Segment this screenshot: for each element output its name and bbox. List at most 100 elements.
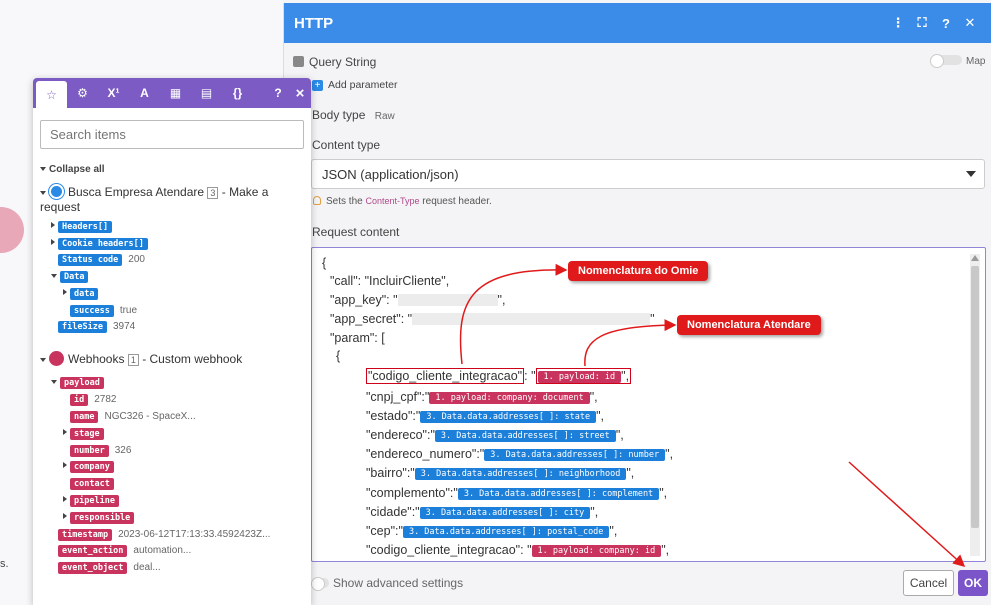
omie-field-highlight: "codigo_cliente_integracao": [366, 368, 525, 384]
mapped-variable-pill[interactable]: 1. payload: company: document: [429, 392, 590, 404]
variable-tag[interactable]: stage: [70, 428, 104, 440]
help-icon[interactable]: ?: [935, 16, 957, 31]
variable-tag[interactable]: Status code: [58, 254, 123, 266]
variable-tag[interactable]: event_action: [58, 545, 128, 557]
tree-item[interactable]: Data: [51, 271, 94, 283]
plus-icon: +: [312, 80, 323, 91]
ok-button[interactable]: OK: [958, 570, 988, 596]
tree-item[interactable]: company: [63, 461, 120, 473]
tree-item[interactable]: success true: [70, 305, 137, 317]
variable-tag[interactable]: Data: [60, 271, 89, 283]
cancel-button[interactable]: Cancel: [903, 570, 954, 596]
atendare-field-highlight: 1. payload: id ",: [535, 368, 632, 384]
tree-item[interactable]: timestamp 2023-06-12T17:13:33.4592423Z...: [58, 529, 270, 541]
tree-item[interactable]: stage: [63, 428, 110, 440]
map-switch[interactable]: [930, 54, 962, 68]
mapped-variable-pill[interactable]: 3. Data.data.addresses[ ]: postal_code: [402, 526, 610, 538]
scroll-up-icon[interactable]: [971, 255, 979, 261]
tree-item[interactable]: Cookie headers[]: [51, 238, 154, 250]
tab-json-functions[interactable]: {}: [222, 78, 253, 108]
collapse-icon[interactable]: ⛶: [911, 15, 933, 31]
code-text: "endereco_numero":": [366, 447, 485, 461]
tree-item[interactable]: event_action automation...: [58, 545, 191, 557]
variable-tag[interactable]: responsible: [70, 512, 135, 524]
query-string-label: Query String: [309, 55, 377, 69]
search-input[interactable]: [40, 120, 304, 149]
variable-value: NGC326 - SpaceX...: [104, 411, 196, 422]
more-options-icon[interactable]: ⋮: [887, 15, 909, 31]
variable-tag[interactable]: event_object: [58, 562, 128, 574]
tab-array-functions[interactable]: ▤: [191, 78, 222, 108]
variable-tag[interactable]: name: [70, 411, 99, 423]
mapped-variable-pill[interactable]: 1. payload: id: [537, 371, 622, 383]
variable-tag[interactable]: data: [70, 288, 99, 300]
tree-item[interactable]: id 2782: [70, 394, 117, 406]
collapse-all-button[interactable]: Collapse all: [40, 164, 105, 175]
mapped-variable-pill[interactable]: 3. Data.data.addresses[ ]: complement: [457, 488, 660, 500]
triangle-right-icon: [51, 239, 55, 245]
help-icon[interactable]: ?: [267, 78, 289, 108]
variable-tag[interactable]: number: [70, 445, 109, 457]
tree-item[interactable]: contact: [70, 478, 120, 490]
variable-tag[interactable]: timestamp: [58, 529, 113, 541]
tab-favorites[interactable]: ☆: [36, 81, 67, 108]
editor-scrollbar[interactable]: [970, 254, 980, 556]
variable-tag[interactable]: pipeline: [70, 495, 119, 507]
code-text: : ": [524, 369, 536, 383]
query-string-toggle[interactable]: Query String: [293, 55, 376, 69]
tree-item[interactable]: responsible: [63, 512, 140, 524]
variable-tag[interactable]: payload: [60, 377, 104, 389]
tree-item[interactable]: pipeline: [63, 495, 125, 507]
show-advanced-label: Show advanced settings: [333, 576, 464, 590]
tree-item[interactable]: payload: [51, 377, 110, 389]
variable-tag[interactable]: Headers[]: [58, 221, 113, 233]
map-toggle[interactable]: Map: [930, 54, 985, 68]
variable-tag[interactable]: success: [70, 305, 114, 317]
close-icon[interactable]: ×: [289, 78, 311, 108]
module-number: 1: [127, 354, 139, 366]
variable-tag[interactable]: fileSize: [58, 321, 107, 333]
triangle-down-icon: [51, 380, 57, 384]
body-type-value[interactable]: Raw: [375, 111, 395, 122]
tree-item[interactable]: fileSize 3974: [58, 321, 135, 333]
mapped-variable-pill[interactable]: 3. Data.data.addresses[ ]: neighborhood: [414, 468, 627, 480]
mapped-variable-pill[interactable]: 3. Data.data.addresses[ ]: number: [484, 449, 666, 461]
checkbox-icon[interactable]: [293, 56, 304, 67]
tab-general-functions[interactable]: ⚙: [67, 78, 98, 108]
mapped-variable-pill[interactable]: 3. Data.data.addresses[ ]: street: [434, 430, 616, 442]
tree-item[interactable]: Status code 200: [58, 254, 145, 266]
code-line: "cep":" 3. Data.data.addresses[ ]: postal…: [366, 524, 617, 538]
code-text: ",: [659, 486, 668, 500]
dialog-title: HTTP: [294, 14, 334, 32]
variable-tag[interactable]: Cookie headers[]: [58, 238, 148, 250]
tip-prefix: Sets the: [326, 196, 363, 207]
tab-math-functions[interactable]: X¹: [98, 78, 129, 108]
mapped-variable-pill[interactable]: 1. payload: company: id: [531, 545, 662, 557]
tree-item[interactable]: Headers[]: [51, 221, 118, 233]
tree-item[interactable]: data: [63, 288, 104, 300]
tree-item[interactable]: event_object deal...: [58, 562, 161, 574]
module-busca-empresa[interactable]: Busca Empresa Atendare 3 - Make a reques…: [40, 184, 300, 215]
request-content-editor[interactable]: { "call": "IncluirCliente", "app_key": "…: [311, 247, 986, 562]
code-text: ": [650, 312, 655, 326]
mapped-variable-pill[interactable]: 3. Data.data.addresses[ ]: state: [420, 411, 597, 423]
code-line: "cidade":" 3. Data.data.addresses[ ]: cit…: [366, 505, 598, 519]
tree-item[interactable]: number 326: [70, 445, 131, 457]
content-type-select[interactable]: JSON (application/json): [311, 159, 985, 189]
variable-tag[interactable]: id: [70, 394, 89, 406]
mapped-variable-pill[interactable]: 3. Data.data.addresses[ ]: city: [419, 507, 591, 519]
code-line: "endereco_numero":" 3. Data.data.addresse…: [366, 447, 673, 461]
show-advanced-toggle[interactable]: Show advanced settings: [311, 576, 464, 591]
module-webhooks[interactable]: Webhooks 1 - Custom webhook: [40, 351, 300, 367]
tree-item[interactable]: name NGC326 - SpaceX...: [70, 411, 196, 423]
variable-tag[interactable]: company: [70, 461, 114, 473]
variable-tag[interactable]: contact: [70, 478, 114, 490]
close-icon[interactable]: ✕: [959, 15, 981, 31]
scroll-thumb[interactable]: [971, 266, 979, 528]
tab-date-functions[interactable]: ▦: [160, 78, 191, 108]
triangle-right-icon: [63, 429, 67, 435]
body-type-label: Body type: [312, 108, 366, 122]
tab-text-functions[interactable]: A: [129, 78, 160, 108]
advanced-switch[interactable]: [311, 577, 329, 591]
add-parameter-button[interactable]: + Add parameter: [312, 79, 397, 91]
